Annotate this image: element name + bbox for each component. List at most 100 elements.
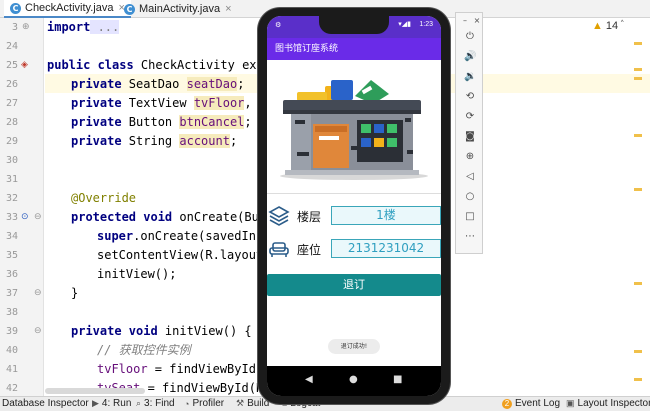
floor-row: 楼层 1楼 <box>267 202 441 230</box>
android-run-icon[interactable]: ◈ <box>21 60 28 70</box>
minimize-icon[interactable]: – <box>459 16 471 25</box>
chevron-up-icon[interactable]: ˄ <box>620 20 625 30</box>
volume-up-icon[interactable]: 🔊 <box>464 51 476 62</box>
floor-value: 1楼 <box>331 206 441 225</box>
profiler-button[interactable]: ◔ Profiler <box>184 398 224 409</box>
back-icon[interactable]: ◁ <box>464 171 476 182</box>
camera-icon[interactable]: ◙ <box>464 131 476 142</box>
line-number: 25 <box>5 60 18 71</box>
emulator-device-frame: ⚙ ▾◢▮ 1:23 图书馆订座系统 楼层 1楼 座位 2131231042 退… <box>258 8 450 404</box>
code-line: protected void onCreate(Bundle <box>71 210 288 224</box>
library-building-image <box>280 80 428 180</box>
code-line: tvFloor = findViewById(R.i <box>97 362 285 376</box>
line-number: 31 <box>5 174 18 185</box>
editor-error-stripe[interactable] <box>634 20 648 390</box>
overview-icon[interactable]: □ <box>464 211 476 222</box>
status-time: 1:23 <box>419 21 433 28</box>
play-icon: ▶ <box>92 398 99 408</box>
android-navigation-bar: ◀ ● ■ <box>267 366 441 396</box>
line-number: 38 <box>5 307 18 318</box>
line-number: 30 <box>5 155 18 166</box>
section-divider <box>267 193 441 194</box>
fold-end-icon[interactable]: ⊖ <box>34 288 42 298</box>
hammer-icon: ⚒ <box>236 398 245 408</box>
code-line: private void initView() { <box>71 324 252 338</box>
line-number: 37 <box>5 288 18 299</box>
line-number: 29 <box>5 136 18 147</box>
layout-inspector-button[interactable]: ▣ Layout Inspector <box>566 398 650 409</box>
warning-stripe-mark[interactable] <box>634 42 642 45</box>
seat-value: 2131231042 <box>331 239 441 258</box>
volume-down-icon[interactable]: 🔉 <box>464 71 476 82</box>
java-class-icon: C <box>10 2 21 14</box>
app-title: 图书馆订座系统 <box>267 38 441 60</box>
emulator-toolbar: – × ⏻ 🔊 🔉 ⟲ ⟳ ◙ ⊕ ◁ ○ □ ⋯ <box>455 12 483 254</box>
inspection-warnings[interactable]: ▲ 14 <box>592 20 618 32</box>
code-line: } <box>71 286 79 300</box>
rotate-right-icon[interactable]: ⟳ <box>464 111 476 122</box>
warning-stripe-mark[interactable] <box>634 68 642 71</box>
warning-stripe-mark[interactable] <box>634 134 642 137</box>
success-toast: 退订成功! <box>328 339 380 354</box>
line-number: 27 <box>5 98 18 109</box>
line-number: 28 <box>5 117 18 128</box>
code-line: private Button btnCancel; <box>71 115 252 129</box>
nav-back-icon[interactable]: ◀ <box>305 374 313 385</box>
layout-inspector-icon: ▣ <box>566 398 575 408</box>
line-number: 26 <box>5 79 18 90</box>
find-button[interactable]: ⌕ 3: Find <box>136 398 175 409</box>
power-icon[interactable]: ⏻ <box>464 31 476 42</box>
java-class-icon: C <box>124 3 135 15</box>
horizontal-scrollbar[interactable] <box>45 388 145 394</box>
override-marker-icon[interactable]: ⊙ <box>21 212 29 222</box>
build-button[interactable]: ⚒ Build <box>236 398 269 409</box>
fold-minus-icon[interactable]: ⊖ <box>34 212 42 222</box>
more-icon[interactable]: ⋯ <box>464 231 476 242</box>
camera-notch <box>319 16 389 34</box>
floor-label: 楼层 <box>297 210 322 224</box>
tab-check-activity[interactable]: C CheckActivity.java × <box>4 0 131 18</box>
close-icon[interactable]: × <box>471 16 483 25</box>
event-log-button[interactable]: 2 Event Log <box>502 398 560 409</box>
library-illustration <box>267 60 441 193</box>
nav-home-icon[interactable]: ● <box>349 374 358 385</box>
zoom-in-icon[interactable]: ⊕ <box>464 151 476 162</box>
tab-label: CheckActivity.java <box>25 2 114 14</box>
code-line: public class CheckActivity extends <box>47 58 293 72</box>
code-line: private TextView tvFloor, tvSe <box>71 94 288 113</box>
warning-count: 14 <box>605 20 619 32</box>
line-number: 41 <box>5 364 18 375</box>
nav-recents-icon[interactable]: ■ <box>393 374 402 385</box>
event-log-badge: 2 <box>502 398 512 409</box>
warning-stripe-mark[interactable] <box>634 77 642 80</box>
tab-main-activity[interactable]: C MainActivity.java × <box>118 0 238 18</box>
warning-stripe-mark[interactable] <box>634 282 642 285</box>
code-line: private SeatDao seatDao; <box>71 77 245 91</box>
fold-plus-icon[interactable]: ⊕ <box>22 22 30 32</box>
close-icon[interactable]: × <box>225 3 231 15</box>
line-number-gutter: 3 24 25 26 27 28 29 30 31 32 33 34 35 36… <box>0 18 44 396</box>
code-line: initView(); <box>97 267 177 281</box>
seat-row: 座位 2131231042 <box>267 235 441 263</box>
line-number: 24 <box>5 41 18 52</box>
layers-icon <box>268 206 290 226</box>
seat-label: 座位 <box>297 243 322 257</box>
line-number: 36 <box>5 269 18 280</box>
warning-stripe-mark[interactable] <box>634 378 642 381</box>
warning-icon: ▲ <box>592 20 603 32</box>
code-line: // 获取控件实例 <box>97 343 191 357</box>
rotate-left-icon[interactable]: ⟲ <box>464 91 476 102</box>
line-number: 40 <box>5 345 18 356</box>
code-line: import ... <box>47 20 120 34</box>
cancel-reservation-button[interactable]: 退订 <box>267 274 441 296</box>
database-inspector-button[interactable]: Database Inspector <box>2 398 89 409</box>
line-number: 39 <box>5 326 18 337</box>
fold-minus-icon[interactable]: ⊖ <box>34 326 42 336</box>
code-line: private String account; <box>71 134 238 148</box>
line-number: 3 <box>11 22 18 33</box>
warning-stripe-mark[interactable] <box>634 188 642 191</box>
run-button[interactable]: ▶ 4: Run <box>92 398 131 409</box>
home-icon[interactable]: ○ <box>464 191 476 202</box>
emulator-screen[interactable]: ⚙ ▾◢▮ 1:23 图书馆订座系统 楼层 1楼 座位 2131231042 退… <box>267 16 441 396</box>
warning-stripe-mark[interactable] <box>634 350 642 353</box>
